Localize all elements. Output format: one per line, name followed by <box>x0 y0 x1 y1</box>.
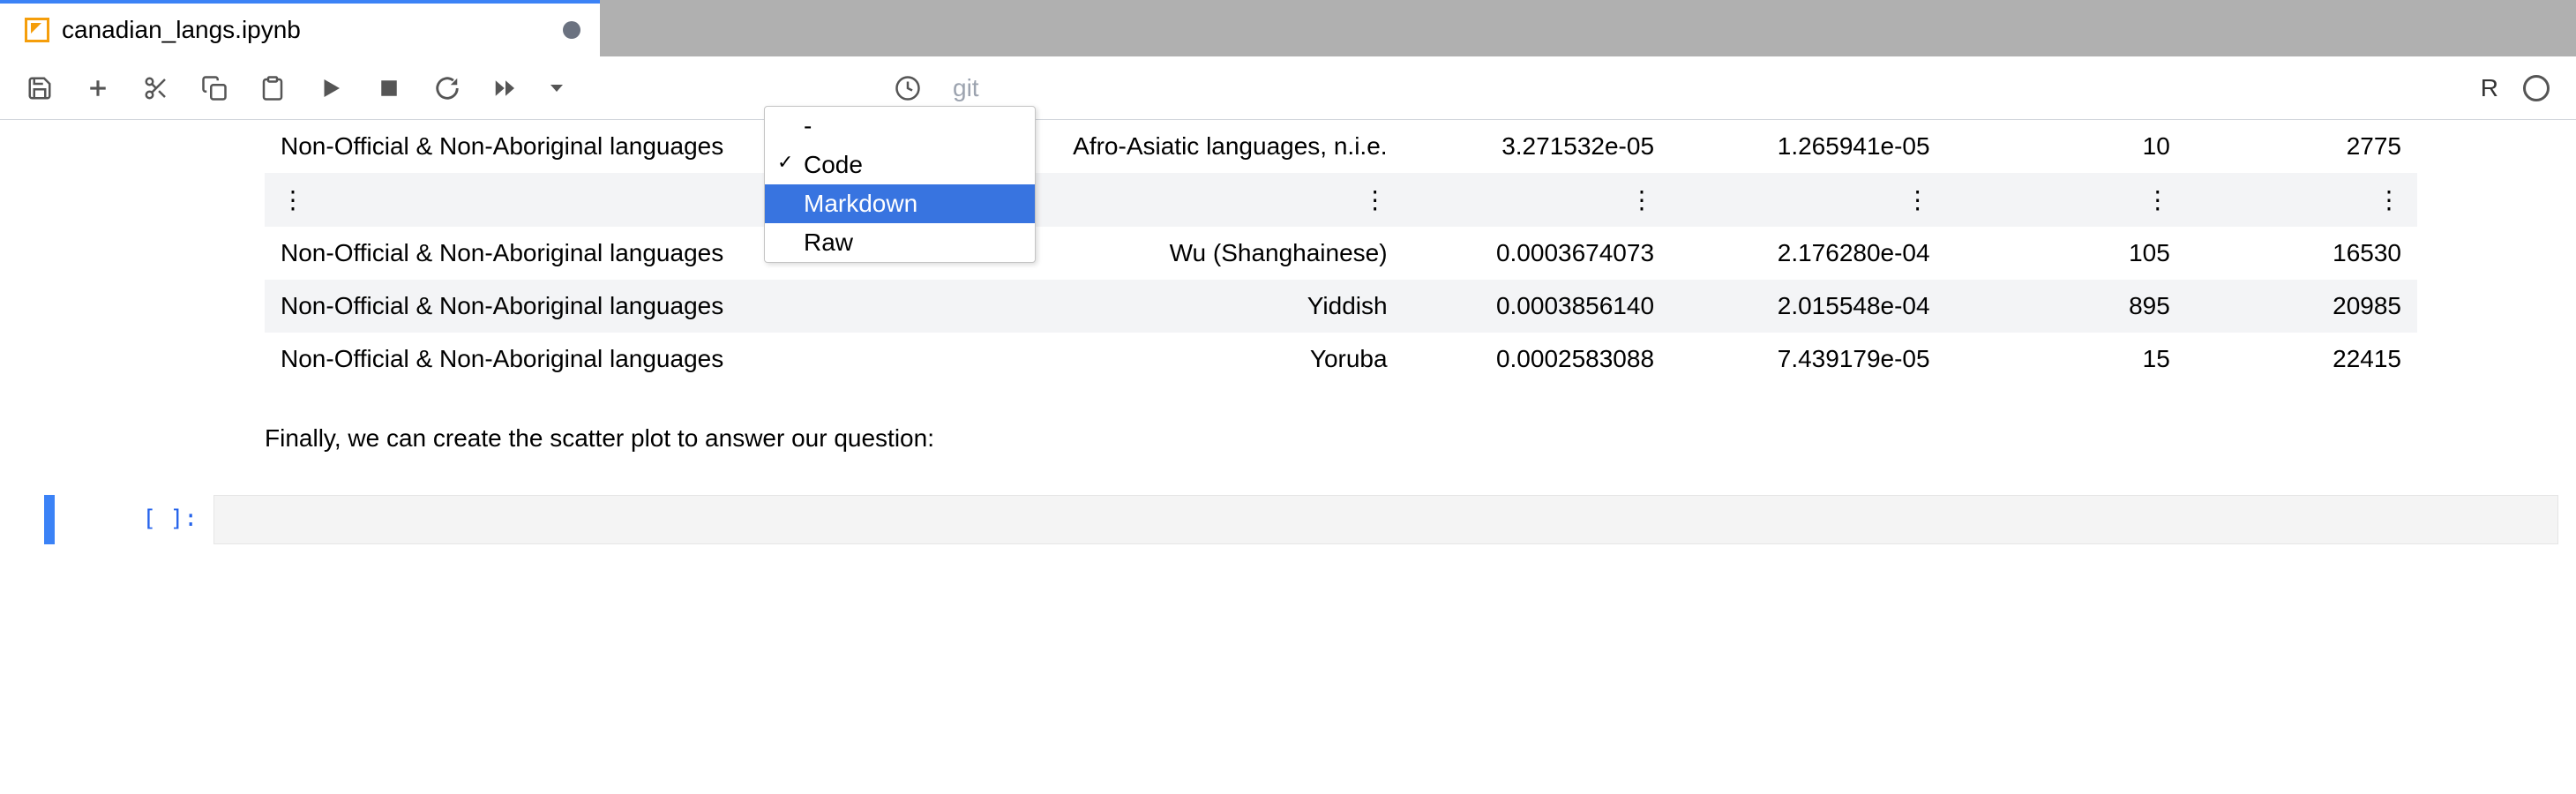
table-row: Non-Official & Non-Aboriginal languages … <box>265 227 2417 280</box>
data-table: Non-Official & Non-Aboriginal languages … <box>265 120 2417 386</box>
code-input[interactable] <box>213 495 2558 544</box>
tab-bar: canadian_langs.ipynb <box>0 0 2576 56</box>
app-container: canadian_langs.ipynb <box>0 0 2576 794</box>
cell-col6: 22415 <box>2186 333 2417 386</box>
cell-col5: 895 <box>1946 280 2186 333</box>
table-row-ellipsis: ⋮ ⋮ ⋮ ⋮ ⋮ ⋮ <box>265 173 2417 227</box>
notebook-icon <box>25 18 49 42</box>
cell-col5: 15 <box>1946 333 2186 386</box>
cell-col6: ⋮ <box>2186 173 2417 227</box>
cell-col4: 2.176280e-04 <box>1670 227 1946 280</box>
cell-category: Non-Official & Non-Aboriginal languages <box>265 280 905 333</box>
run-icon[interactable] <box>318 75 344 101</box>
code-cell: [ ]: <box>0 495 2576 544</box>
markdown-text: Finally, we can create the scatter plot … <box>265 424 934 452</box>
cell-type-menu: - Code Markdown Raw <box>764 106 1036 263</box>
notebook-tab[interactable]: canadian_langs.ipynb <box>0 0 600 56</box>
stop-icon[interactable] <box>376 75 402 101</box>
cut-icon[interactable] <box>143 75 169 101</box>
cell-col3: 3.271532e-05 <box>1404 120 1670 173</box>
cell-col4: 2.015548e-04 <box>1670 280 1946 333</box>
restart-icon[interactable] <box>434 75 461 101</box>
cell-active-indicator <box>44 495 55 544</box>
clock-icon[interactable] <box>895 75 921 101</box>
cell-col6: 2775 <box>2186 120 2417 173</box>
cell-col3: 0.0003856140 <box>1404 280 1670 333</box>
kernel-status-icon[interactable] <box>2523 75 2550 101</box>
cell-col6: 20985 <box>2186 280 2417 333</box>
cell-col6: 16530 <box>2186 227 2417 280</box>
tab-title: canadian_langs.ipynb <box>62 16 301 44</box>
markdown-cell[interactable]: Finally, we can create the scatter plot … <box>0 386 2576 477</box>
cell-col4: 7.439179e-05 <box>1670 333 1946 386</box>
table-row: Non-Official & Non-Aboriginal languages … <box>265 280 2417 333</box>
table-row: Non-Official & Non-Aboriginal languages … <box>265 333 2417 386</box>
cell-type-markdown[interactable]: Markdown <box>765 184 1035 223</box>
cell-type-dash[interactable]: - <box>765 107 1035 146</box>
cell-language: Yiddish <box>905 280 1404 333</box>
notebook-content: Non-Official & Non-Aboriginal languages … <box>0 120 2576 794</box>
kernel-name[interactable]: R <box>2481 74 2498 102</box>
cell-col5: 105 <box>1946 227 2186 280</box>
cell-col3: 0.0002583088 <box>1404 333 1670 386</box>
cell-col5: 10 <box>1946 120 2186 173</box>
copy-icon[interactable] <box>201 75 228 101</box>
cell-type-dropdown[interactable] <box>550 85 563 92</box>
git-label[interactable]: git <box>953 74 979 102</box>
cell-col3: ⋮ <box>1404 173 1670 227</box>
chevron-down-icon <box>550 85 563 92</box>
run-all-icon[interactable] <box>492 75 519 101</box>
cell-col3: 0.0003674073 <box>1404 227 1670 280</box>
save-icon[interactable] <box>26 75 53 101</box>
cell-type-raw[interactable]: Raw <box>765 223 1035 262</box>
cell-col5: ⋮ <box>1946 173 2186 227</box>
toolbar: git R - Code Markdown Raw <box>0 56 2576 120</box>
paste-icon[interactable] <box>259 75 286 101</box>
cell-category: Non-Official & Non-Aboriginal languages <box>265 333 905 386</box>
unsaved-indicator-icon <box>563 21 580 39</box>
cell-prompt: [ ]: <box>125 495 213 544</box>
table-row: Non-Official & Non-Aboriginal languages … <box>265 120 2417 173</box>
toolbar-right: R <box>2481 74 2550 102</box>
cell-col4: 1.265941e-05 <box>1670 120 1946 173</box>
cell-type-code[interactable]: Code <box>765 146 1035 184</box>
output-area: Non-Official & Non-Aboriginal languages … <box>0 120 2576 386</box>
cell-col4: ⋮ <box>1670 173 1946 227</box>
add-cell-icon[interactable] <box>85 75 111 101</box>
cell-language: Yoruba <box>905 333 1404 386</box>
